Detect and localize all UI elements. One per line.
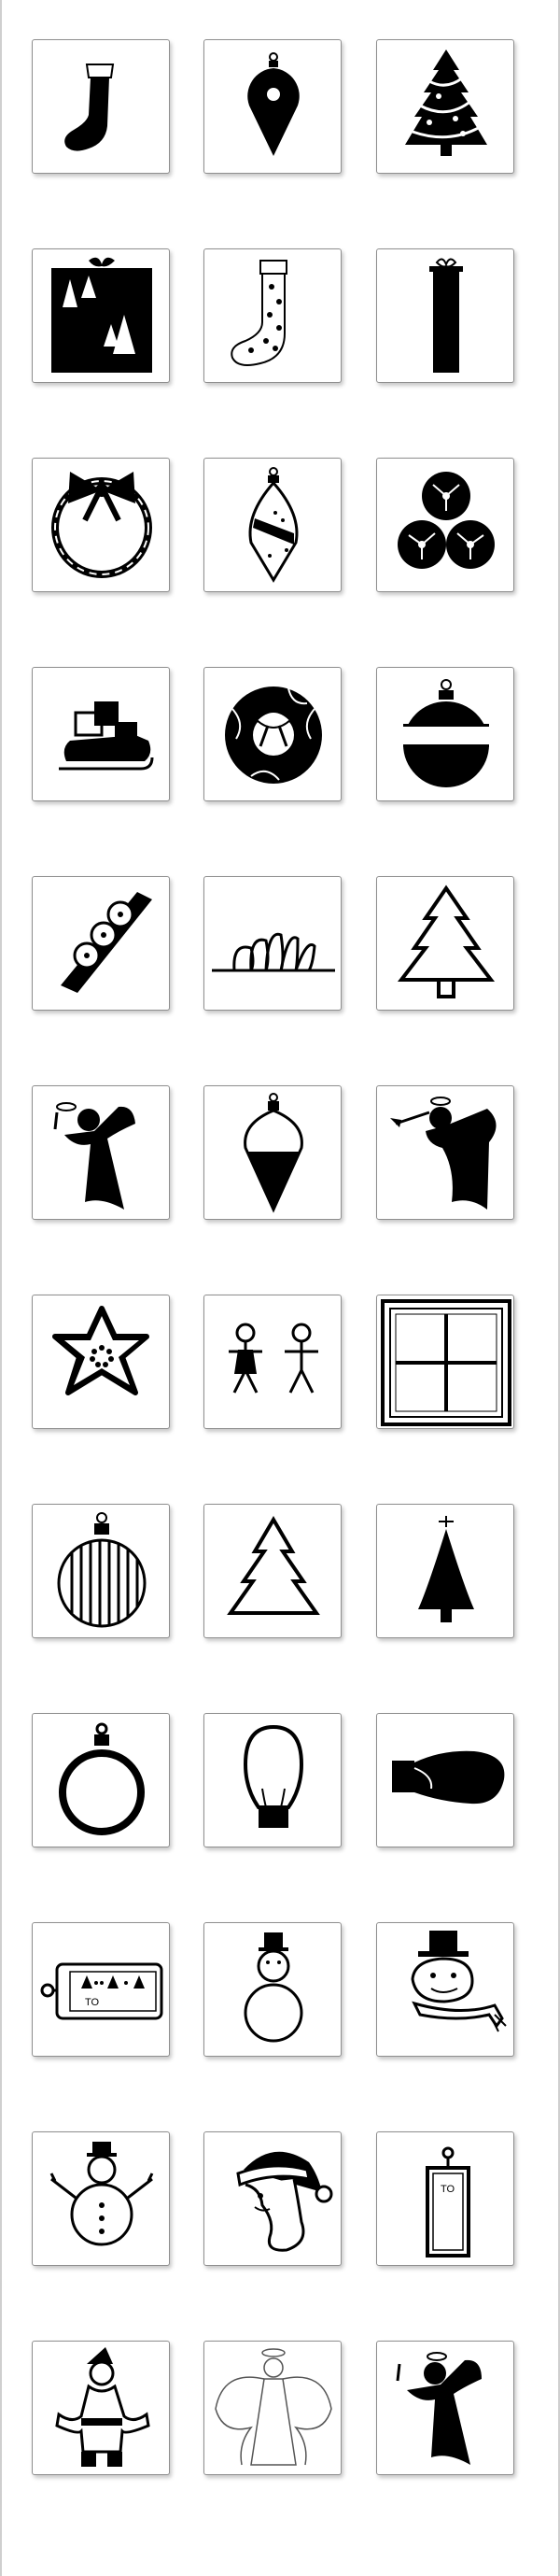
icon-tile[interactable] <box>376 39 514 174</box>
light-bulb-icon <box>243 1724 304 1828</box>
icon-tile[interactable]: TO <box>376 2131 514 2266</box>
decorated-christmas-tree-icon <box>405 50 487 156</box>
outline-pine-tree-icon <box>227 1516 320 1615</box>
icon-tile[interactable] <box>203 1922 342 2057</box>
icon-tile[interactable] <box>203 39 342 174</box>
icon-tile[interactable]: TO <box>32 1922 170 2057</box>
trumpet-angel-icon <box>390 1097 497 1210</box>
sideways-light-bulb-icon <box>392 1750 505 1805</box>
icon-tile[interactable] <box>32 458 170 592</box>
banded-ball-ornament-icon <box>403 679 489 787</box>
santa-face-icon <box>236 2151 333 2252</box>
icon-tile[interactable] <box>203 1504 342 1638</box>
ornament-cluster-icon <box>398 472 495 569</box>
icon-tile[interactable] <box>32 2341 170 2475</box>
outline-tiered-tree-icon <box>397 885 496 998</box>
bell-garland-icon <box>61 892 152 993</box>
icon-tile[interactable] <box>32 1713 170 1847</box>
icon-tile[interactable] <box>203 248 342 383</box>
striped-ball-ornament-icon <box>57 1512 147 1628</box>
teardrop-ornament-icon <box>247 52 300 156</box>
angel-with-wand-2-icon <box>396 2352 482 2465</box>
santa-full-body-icon <box>55 2347 150 2467</box>
bow-wreath-icon <box>51 472 152 578</box>
icon-tile[interactable] <box>376 1085 514 1220</box>
icon-tile[interactable] <box>32 39 170 174</box>
icon-tile[interactable] <box>203 876 342 1011</box>
icon-tile[interactable] <box>32 248 170 383</box>
frosted-window-icon <box>381 1299 511 1426</box>
icon-tile[interactable] <box>203 458 342 592</box>
striped-teardrop-ornament-icon <box>248 467 299 583</box>
icon-tile[interactable] <box>376 1713 514 1847</box>
icon-tile[interactable] <box>32 876 170 1011</box>
christmas-stocking-icon <box>64 64 115 151</box>
icon-tile[interactable] <box>32 1504 170 1638</box>
snowman-top-hat-icon <box>244 1932 303 2043</box>
icon-tile[interactable] <box>203 1295 342 1429</box>
icon-tile[interactable] <box>376 876 514 1011</box>
finial-ornament-icon <box>244 1093 303 1213</box>
star-cookie-icon <box>52 1306 149 1395</box>
icon-tile[interactable] <box>203 1085 342 1220</box>
icon-tile[interactable] <box>376 1922 514 2057</box>
snowman-stick-arms-icon <box>49 2142 154 2246</box>
outline-angel-icon <box>215 2348 332 2466</box>
vertical-gift-tag-icon: TO <box>426 2146 470 2258</box>
snowman-scarf-icon <box>411 1931 507 2032</box>
icon-tile[interactable] <box>376 667 514 801</box>
icon-tile[interactable] <box>376 1295 514 1429</box>
icon-sheet: TO TO <box>0 0 560 2576</box>
polka-dot-stocking-icon <box>231 260 287 366</box>
gift-box-triangles-icon <box>51 257 152 373</box>
icon-tile[interactable] <box>376 1504 514 1638</box>
ring-ornament-icon <box>59 1722 145 1835</box>
icon-tile[interactable] <box>203 2341 342 2475</box>
icon-tile[interactable] <box>203 667 342 801</box>
icon-tile[interactable] <box>376 248 514 383</box>
icon-tile[interactable] <box>32 1085 170 1220</box>
gingerbread-couple-icon <box>229 1323 318 1394</box>
angel-with-wand-icon <box>53 1102 135 1210</box>
tall-gift-box-icon <box>429 258 463 373</box>
solid-tree-with-star-icon <box>418 1516 474 1622</box>
gift-tag-trees-icon: TO <box>40 1962 163 2020</box>
leafy-wreath-icon <box>225 686 322 784</box>
icon-tile[interactable] <box>203 2131 342 2266</box>
icon-tile[interactable] <box>376 458 514 592</box>
tag-to-label: TO <box>85 1997 100 2008</box>
sleigh-with-gifts-icon <box>59 701 154 771</box>
poinsettia-fan-icon <box>212 932 335 972</box>
icon-tile[interactable] <box>32 2131 170 2266</box>
vertical-tag-to-label: TO <box>441 2184 455 2195</box>
icon-tile[interactable] <box>376 2341 514 2475</box>
icon-grid: TO TO <box>0 0 560 2576</box>
icon-tile[interactable] <box>32 667 170 801</box>
icon-tile[interactable] <box>32 1295 170 1429</box>
icon-tile[interactable] <box>203 1713 342 1847</box>
